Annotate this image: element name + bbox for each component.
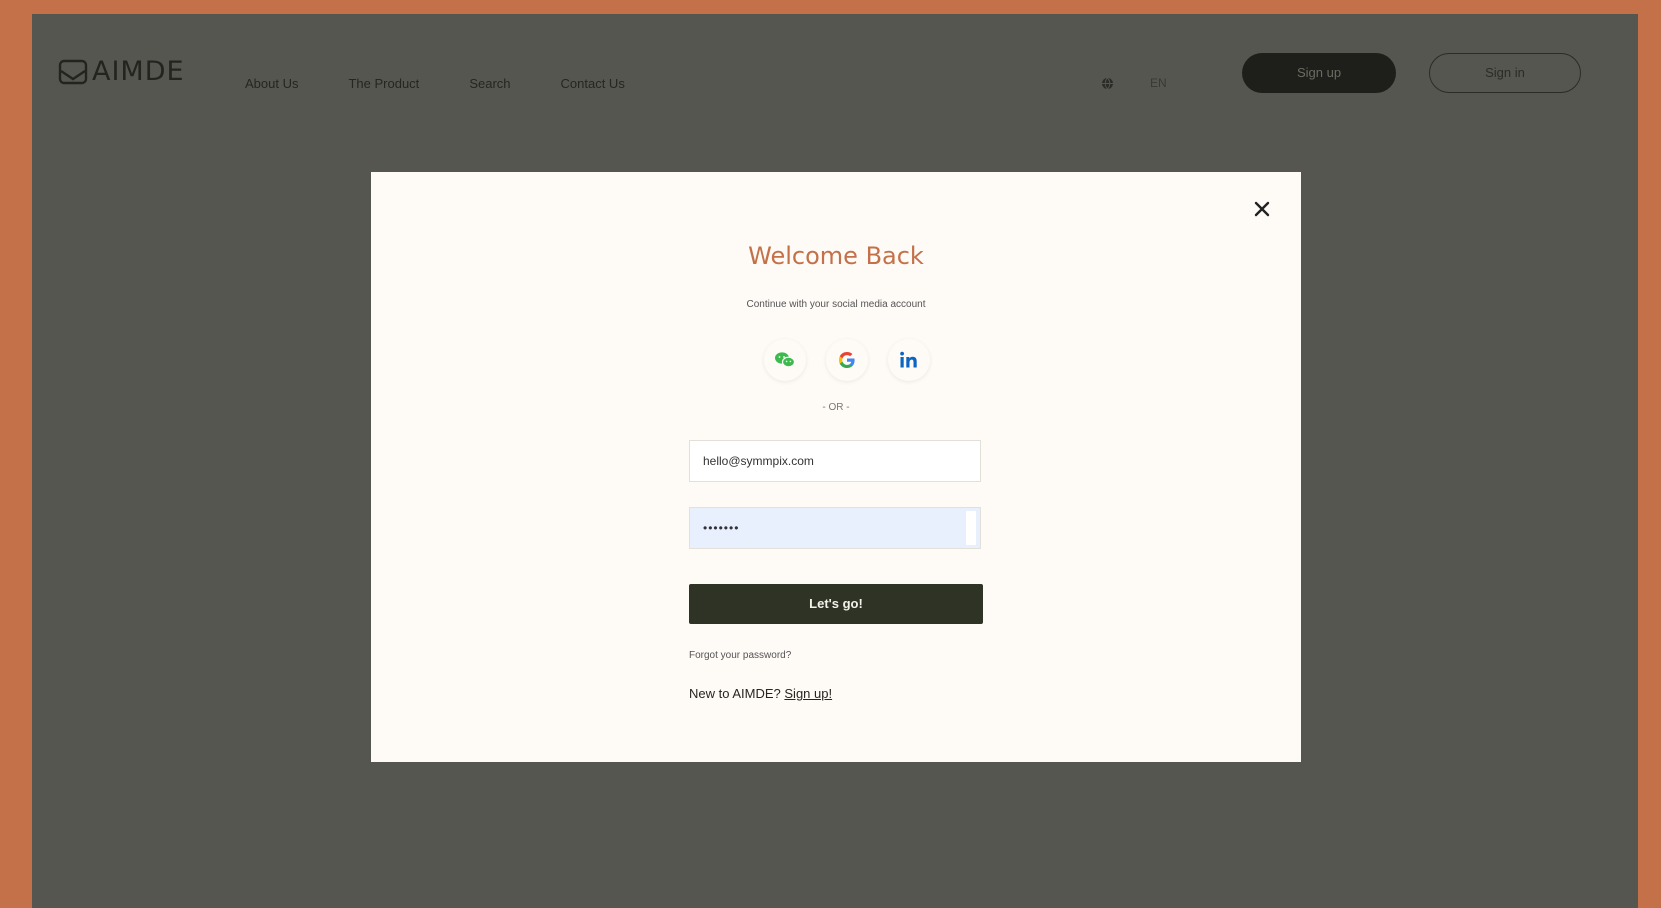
- logo[interactable]: AIMDE: [58, 56, 185, 87]
- logo-text: AIMDE: [92, 56, 185, 87]
- password-field[interactable]: •••••••: [689, 507, 981, 549]
- signup-prompt: New to AIMDE? Sign up!: [689, 686, 832, 701]
- nav-contact-us[interactable]: Contact Us: [561, 76, 625, 91]
- linkedin-login-button[interactable]: [888, 339, 930, 381]
- google-login-button[interactable]: [826, 339, 868, 381]
- forgot-password-link[interactable]: Forgot your password?: [689, 650, 791, 661]
- email-field[interactable]: hello@symmpix.com: [689, 440, 981, 482]
- nav-search[interactable]: Search: [469, 76, 510, 91]
- password-value: •••••••: [703, 521, 740, 535]
- nav-the-product[interactable]: The Product: [348, 76, 419, 91]
- header: AIMDE About Us The Product Search Contac…: [32, 14, 1638, 132]
- google-icon: [839, 352, 855, 368]
- social-login-buttons: [764, 339, 930, 381]
- modal-title: Welcome Back: [748, 242, 924, 270]
- nav-about-us[interactable]: About Us: [245, 76, 298, 91]
- page-overlay: AIMDE About Us The Product Search Contac…: [32, 14, 1638, 908]
- signup-button[interactable]: Sign up: [1242, 53, 1396, 93]
- language-selector[interactable]: EN: [1150, 76, 1167, 90]
- main-nav: About Us The Product Search Contact Us: [245, 76, 675, 91]
- password-field-edge: [966, 511, 976, 545]
- close-icon[interactable]: [1251, 198, 1273, 220]
- modal-subtitle: Continue with your social media account: [746, 299, 926, 310]
- wechat-icon: [775, 352, 796, 368]
- wechat-login-button[interactable]: [764, 339, 806, 381]
- submit-button[interactable]: Let's go!: [689, 584, 983, 624]
- linkedin-icon: [900, 351, 917, 368]
- signup-prompt-text: New to AIMDE?: [689, 686, 781, 701]
- globe-icon[interactable]: [1101, 77, 1114, 90]
- or-divider: - OR -: [822, 402, 850, 413]
- login-modal: Welcome Back Continue with your social m…: [371, 172, 1301, 762]
- signup-link[interactable]: Sign up!: [784, 686, 832, 701]
- mail-logo-icon: [58, 59, 88, 84]
- signin-button[interactable]: Sign in: [1429, 53, 1581, 93]
